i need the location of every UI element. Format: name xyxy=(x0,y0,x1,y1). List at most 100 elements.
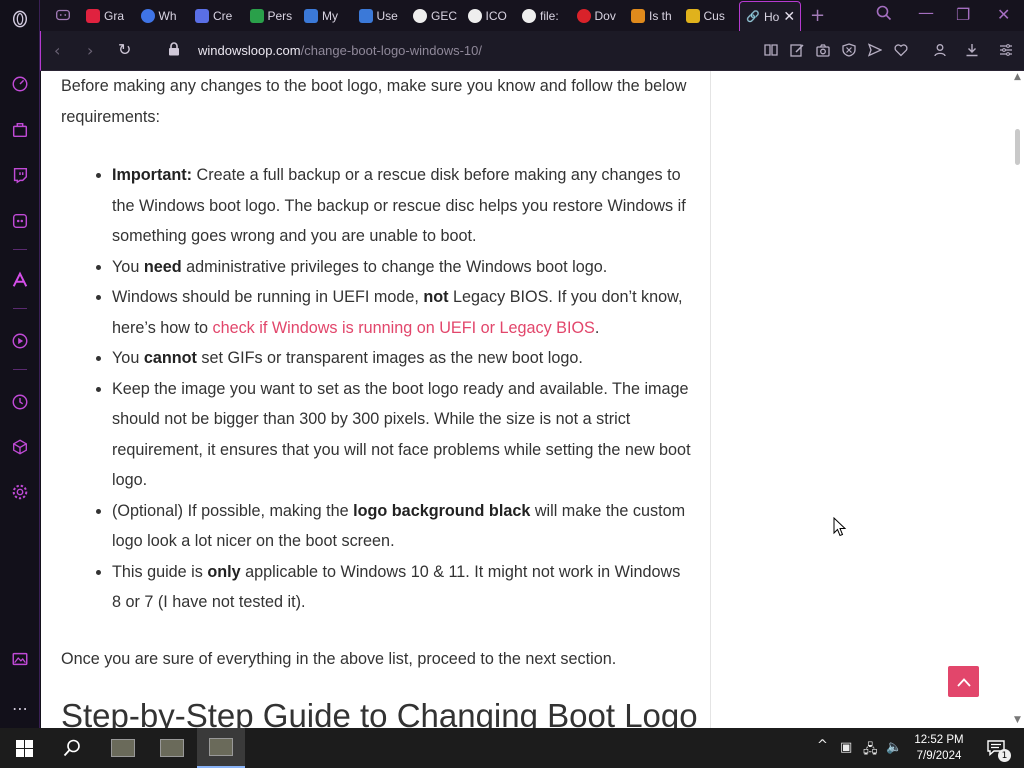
tab-7[interactable]: ICO xyxy=(462,3,514,28)
workspaces-icon[interactable] xyxy=(52,4,74,26)
history-icon[interactable] xyxy=(9,391,31,413)
scroll-down-arrow-icon[interactable]: ▼ xyxy=(1014,715,1021,725)
adblock-shield-icon[interactable] xyxy=(842,43,856,57)
new-tab-button[interactable]: + xyxy=(810,5,825,26)
minimize-button[interactable]: — xyxy=(918,3,934,22)
snapshot-camera-icon[interactable] xyxy=(816,43,830,57)
easy-setup-icon[interactable] xyxy=(999,43,1013,57)
globe-icon xyxy=(413,8,427,23)
close-window-button[interactable]: ✕ xyxy=(997,5,1010,24)
heart-bookmark-icon[interactable] xyxy=(894,43,908,57)
more-dots-icon[interactable]: ⋯ xyxy=(9,697,31,719)
settings-gear-icon[interactable] xyxy=(9,481,31,503)
edit-icon[interactable] xyxy=(790,43,804,57)
item-text: administrative privileges to change the … xyxy=(181,257,608,276)
scroll-up-arrow-icon[interactable]: ▲ xyxy=(1014,72,1021,82)
taskbar-app[interactable] xyxy=(148,728,196,768)
bold-text: cannot xyxy=(143,349,197,367)
back-button[interactable]: ‹ xyxy=(54,41,60,60)
player-icon[interactable] xyxy=(9,330,31,352)
gx-control-icon[interactable] xyxy=(9,73,31,95)
tab-4[interactable]: My xyxy=(298,3,350,28)
extensions-cube-icon[interactable] xyxy=(9,436,31,458)
tab-8[interactable]: file: xyxy=(516,3,568,28)
colorful-square-icon xyxy=(685,8,700,23)
search-button[interactable] xyxy=(48,728,96,768)
app-thumbnail-icon xyxy=(111,739,135,757)
reader-mode-icon[interactable] xyxy=(764,43,778,57)
wallpaper-image-icon[interactable] xyxy=(9,648,31,670)
tab-1[interactable]: Wh xyxy=(135,3,187,28)
tab-label: Cre xyxy=(213,8,233,23)
tab-strip: Gra Wh Cre Pers My Use GEC ICO file: Dov Is th Cus … xyxy=(40,0,1024,31)
lock-icon[interactable] xyxy=(168,42,180,56)
profile-icon[interactable] xyxy=(933,43,947,57)
volume-muted-icon[interactable]: 🔈 xyxy=(886,740,902,755)
aria-ai-icon[interactable] xyxy=(9,269,31,291)
list-item: (Optional) If possible, making the logo … xyxy=(112,496,691,557)
page-scrollbar[interactable]: ▲ ▼ xyxy=(1012,71,1024,728)
reload-button[interactable]: ↻ xyxy=(118,40,131,59)
tab-active[interactable]: 🔗 Ho ✕ xyxy=(739,1,801,31)
list-item: Important: Create a full backup or a res… xyxy=(112,160,691,252)
discord-icon[interactable] xyxy=(9,210,31,232)
mouse-cursor-icon xyxy=(833,517,847,537)
article-body: Before making any changes to the boot lo… xyxy=(61,71,691,674)
tab-9[interactable]: Dov xyxy=(571,3,623,28)
scroll-to-top-button[interactable] xyxy=(948,666,979,697)
requirements-list: Important: Create a full backup or a res… xyxy=(112,160,691,618)
bold-text: only xyxy=(207,562,241,581)
a-badge-icon xyxy=(358,8,373,23)
gx-icon xyxy=(86,8,100,23)
bold-text: need xyxy=(143,257,182,276)
item-text: Create a full backup or a rescue disk be… xyxy=(112,166,686,245)
search-tabs-icon[interactable] xyxy=(876,5,892,25)
hexagon-icon xyxy=(195,8,209,23)
list-item: Keep the image you want to set as the bo… xyxy=(112,374,691,496)
uefi-check-link[interactable]: check if Windows is running on UEFI or L… xyxy=(212,319,594,337)
url-domain: windowsloop.com xyxy=(198,43,301,58)
opera-gx-sidebar: ⋯ xyxy=(0,0,40,728)
twitch-icon[interactable] xyxy=(9,164,31,186)
scrollbar-thumb[interactable] xyxy=(1015,129,1020,165)
tab-5[interactable]: Use xyxy=(353,3,405,28)
tab-10[interactable]: Is th xyxy=(625,3,677,28)
tab-0[interactable]: Gra xyxy=(80,3,132,28)
meet-now-icon[interactable]: ▣ xyxy=(840,740,852,755)
system-clock[interactable]: 12:52 PM 7/9/2024 xyxy=(905,732,973,764)
taskbar-app-active[interactable] xyxy=(197,728,245,768)
tab-2[interactable]: Cre xyxy=(189,3,241,28)
show-hidden-icons-chevron-icon[interactable]: ^ xyxy=(817,738,828,753)
bold-text: not xyxy=(423,288,449,306)
download-icon[interactable] xyxy=(965,43,979,57)
tab-label: Cus xyxy=(703,8,725,23)
tab-label: Wh xyxy=(158,8,177,23)
tab-11[interactable]: Cus xyxy=(680,3,732,28)
action-center-button[interactable]: 1 xyxy=(979,728,1013,768)
ten-forums-icon xyxy=(631,8,645,23)
address-bar-area: ‹ › ↻ windowsloop.com/change-boot-logo-w… xyxy=(40,31,1024,71)
item-text: You xyxy=(112,349,144,367)
restore-button[interactable]: ❐ xyxy=(956,5,970,24)
gx-corner-icon[interactable] xyxy=(9,119,31,141)
tab-label: Pers xyxy=(267,8,293,23)
list-item: You need administrative privileges to ch… xyxy=(112,252,691,283)
taskbar-app[interactable] xyxy=(99,728,147,768)
opera-gx-menu-icon[interactable] xyxy=(9,8,31,30)
tab-label: GEC xyxy=(431,8,458,23)
tab-6[interactable]: GEC xyxy=(407,3,459,28)
close-tab-icon[interactable]: ✕ xyxy=(783,8,795,25)
item-text: This guide is xyxy=(112,562,208,581)
forward-button[interactable]: › xyxy=(87,41,93,60)
sidebar-divider-line xyxy=(710,71,711,728)
chevron-up-icon xyxy=(956,677,971,687)
tab-label: Gra xyxy=(104,8,125,23)
web-page: Before making any changes to the boot lo… xyxy=(41,71,1012,728)
network-icon[interactable]: 🖧 xyxy=(863,740,878,762)
send-icon[interactable] xyxy=(868,43,882,57)
tab-3[interactable]: Pers xyxy=(244,3,296,28)
url-field[interactable]: windowsloop.com/change-boot-logo-windows… xyxy=(198,43,482,58)
start-button[interactable] xyxy=(0,728,48,768)
globe-icon xyxy=(467,8,482,23)
intro-paragraph: Before making any changes to the boot lo… xyxy=(61,77,687,126)
